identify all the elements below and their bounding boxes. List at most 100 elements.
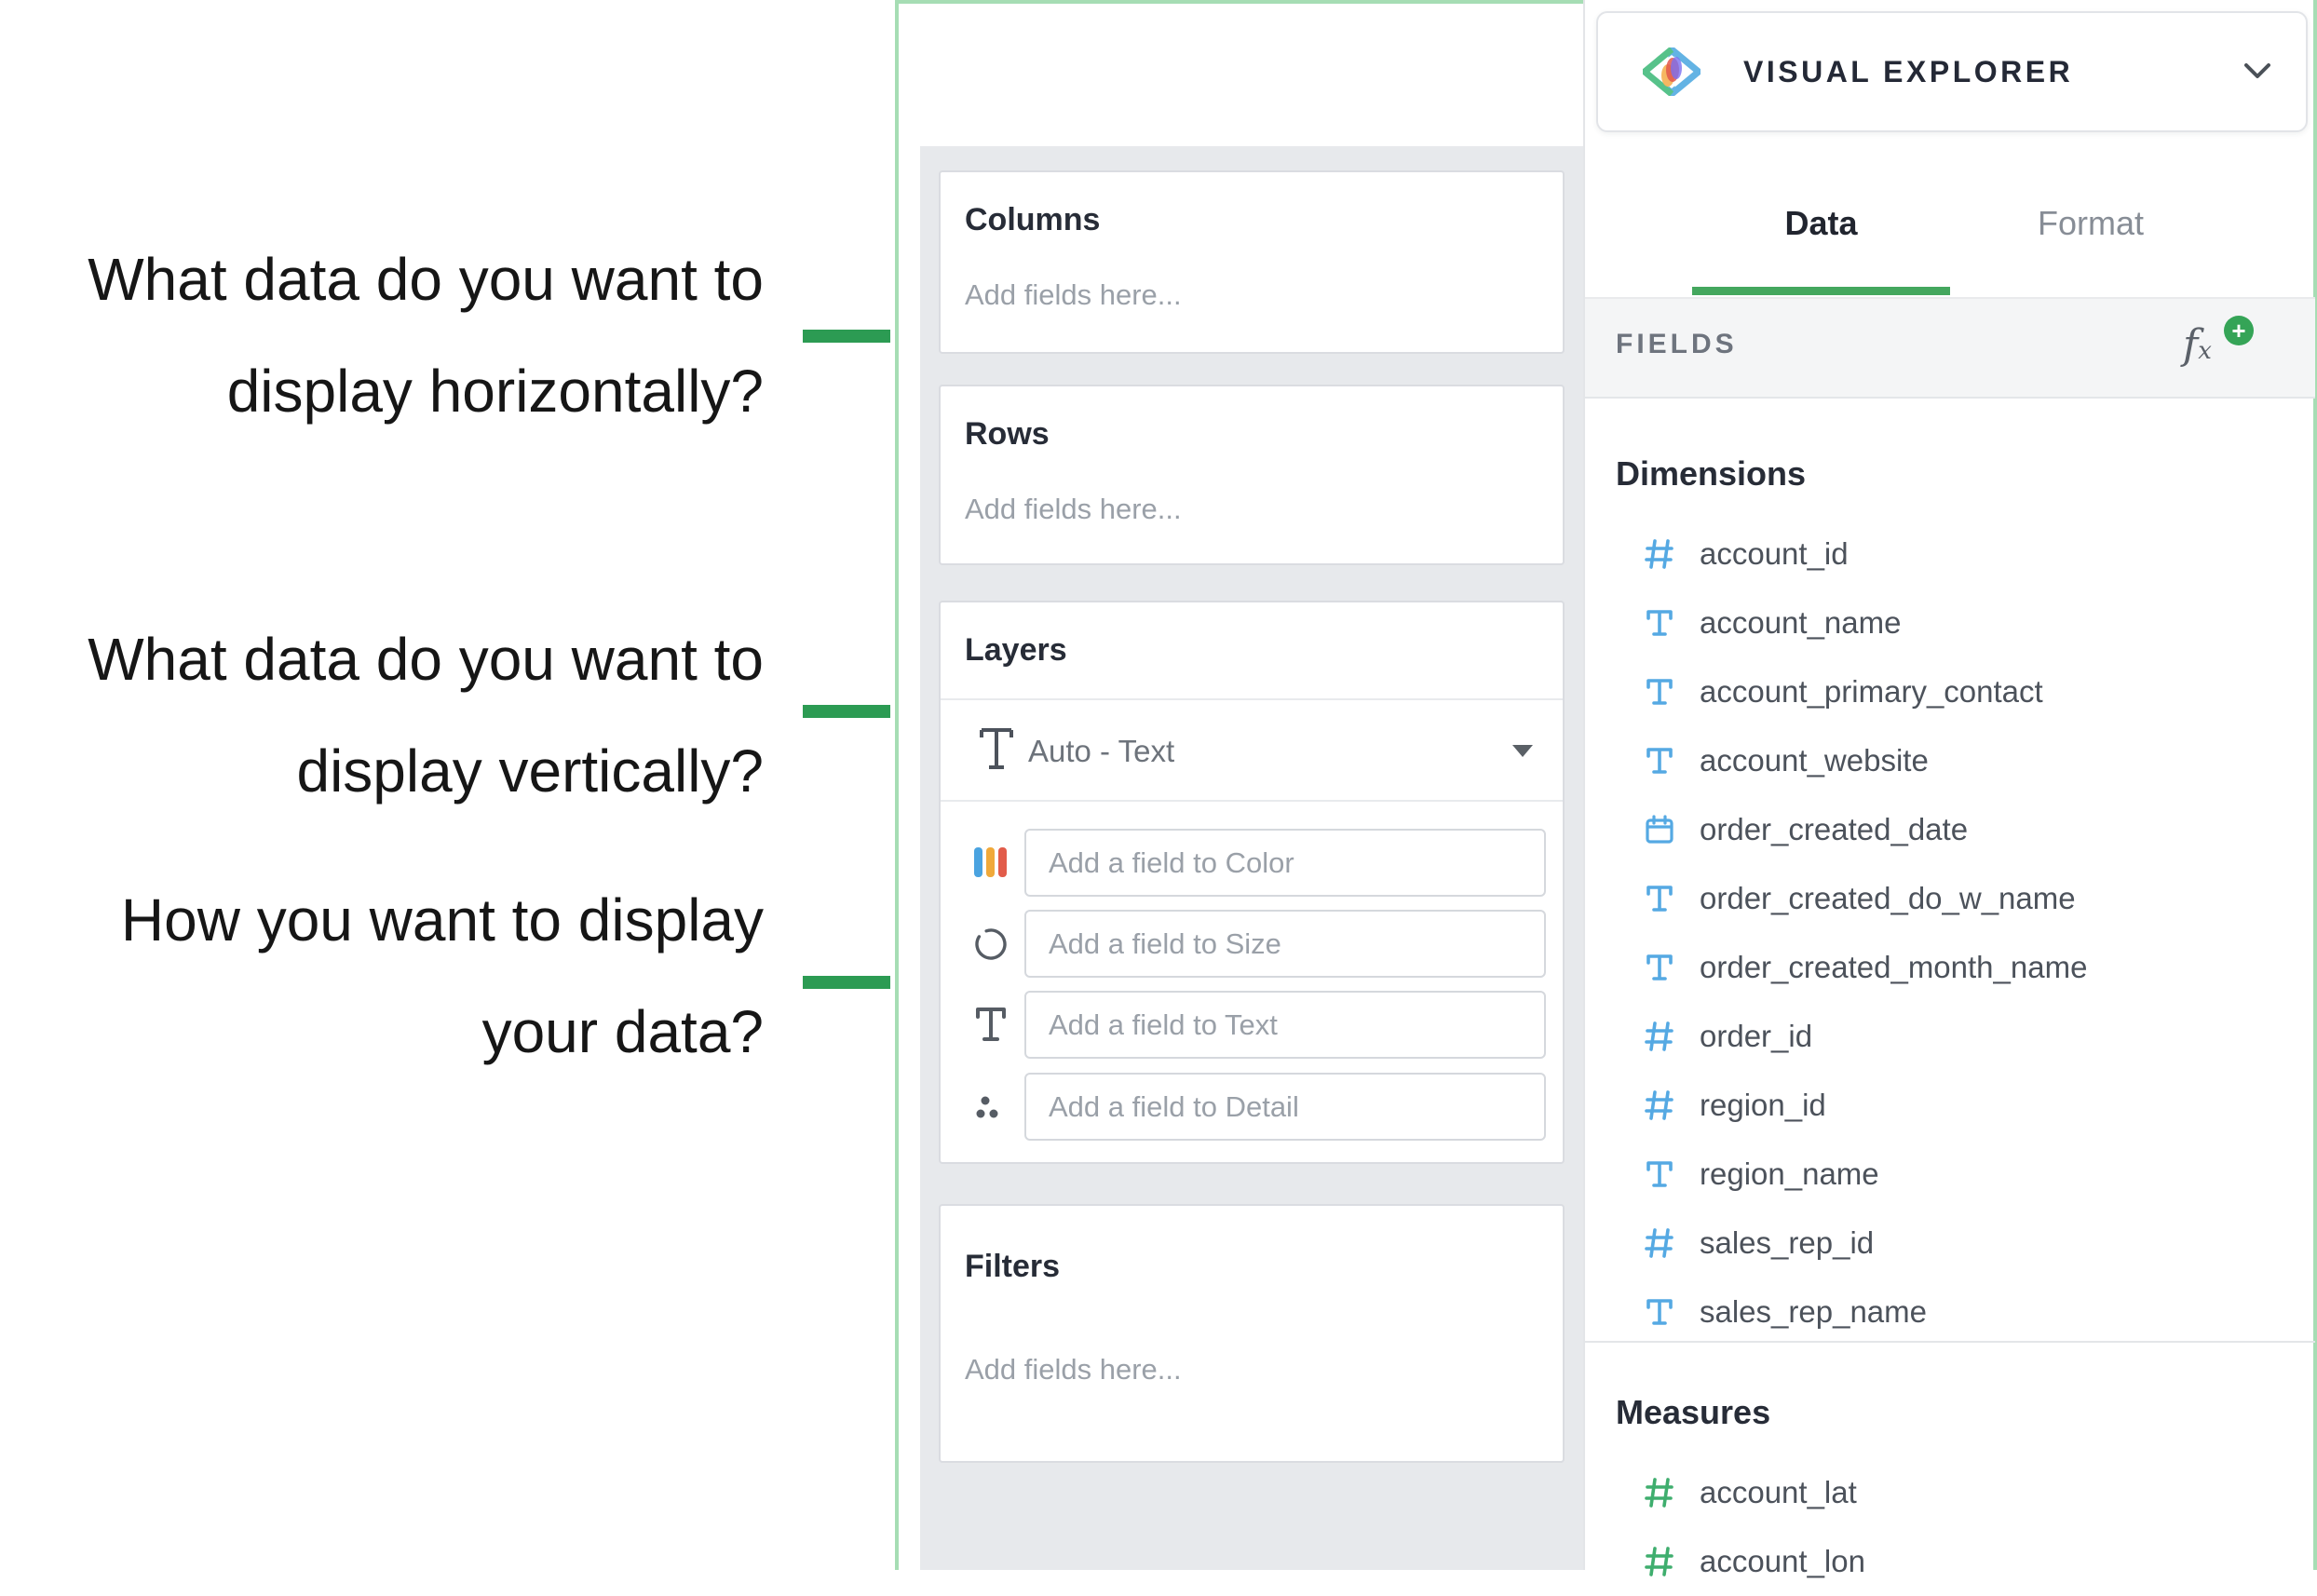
text-field-icon — [1643, 675, 1676, 709]
text-field-icon — [1643, 744, 1676, 778]
annotation-line: What data do you want to — [56, 223, 764, 335]
field-name: account_lat — [1700, 1475, 1857, 1510]
field-name: sales_rep_name — [1700, 1294, 1927, 1330]
field-name: order_created_date — [1700, 812, 1968, 847]
layer-mode-label: Auto - Text — [1028, 734, 1174, 769]
detail-field-input[interactable] — [1024, 1073, 1546, 1141]
layers-shelf-title: Layers — [965, 632, 1067, 669]
connector-line-rows — [803, 705, 890, 718]
annotation-columns: What data do you want to display horizon… — [56, 223, 764, 447]
field-name: account_primary_contact — [1700, 674, 2043, 710]
annotation-line: your data? — [56, 976, 764, 1088]
field-item[interactable]: account_website — [1585, 726, 2315, 795]
filters-shelf-placeholder[interactable]: Add fields here... — [965, 1353, 1182, 1386]
size-field-input[interactable] — [1024, 910, 1546, 978]
field-name: account_lon — [1700, 1544, 1865, 1579]
layer-slot-detail — [941, 1073, 1563, 1141]
filters-shelf-title: Filters — [965, 1249, 1060, 1285]
columns-shelf-title: Columns — [965, 202, 1100, 238]
layer-slot-text — [941, 991, 1563, 1059]
divider — [941, 800, 1563, 802]
tab-data[interactable]: Data — [1692, 197, 1950, 250]
field-item[interactable]: order_id — [1585, 1002, 2315, 1071]
visual-explorer-header[interactable]: VISUAL EXPLORER — [1596, 11, 2308, 132]
columns-shelf-placeholder[interactable]: Add fields here... — [965, 278, 1182, 312]
fields-section-header: FIELDS fx + — [1585, 297, 2315, 399]
annotation-line: What data do you want to — [56, 603, 764, 715]
date-field-icon — [1643, 813, 1676, 846]
annotation-rows: What data do you want to display vertica… — [56, 603, 764, 827]
color-field-input[interactable] — [1024, 829, 1546, 897]
field-item[interactable]: account_id — [1585, 520, 2315, 588]
field-item[interactable]: region_id — [1585, 1071, 2315, 1140]
field-item[interactable]: order_created_month_name — [1585, 933, 2315, 1002]
field-item[interactable]: order_created_date — [1585, 795, 2315, 864]
field-name: region_name — [1700, 1156, 1879, 1192]
field-name: account_id — [1700, 536, 1849, 572]
detail-icon — [969, 1084, 1013, 1129]
number-field-icon — [1643, 1020, 1676, 1053]
number-field-icon — [1643, 1226, 1676, 1260]
number-field-icon — [1643, 1476, 1676, 1509]
annotation-line: display horizontally? — [56, 335, 764, 447]
layer-slot-size — [941, 910, 1563, 978]
field-name: sales_rep_id — [1700, 1225, 1874, 1261]
text-field-icon — [1643, 606, 1676, 640]
rows-shelf[interactable]: Rows Add fields here... — [939, 385, 1565, 565]
chevron-down-icon[interactable] — [2244, 63, 2270, 80]
field-name: account_name — [1700, 605, 1901, 641]
fields-section-label: FIELDS — [1616, 329, 1738, 360]
field-item[interactable]: sales_rep_name — [1585, 1278, 2315, 1346]
text-field-input[interactable] — [1024, 991, 1546, 1059]
fx-add-icon[interactable]: fx + — [2183, 316, 2254, 381]
size-icon — [969, 921, 1013, 966]
field-name: order_created_month_name — [1700, 950, 2087, 985]
connector-line-columns — [803, 330, 890, 343]
text-icon — [969, 1002, 1013, 1047]
shelf-column: Columns Add fields here... Rows Add fiel… — [899, 4, 1583, 1570]
field-item[interactable]: account_lat — [1585, 1458, 2315, 1527]
field-item[interactable]: sales_rep_id — [1585, 1209, 2315, 1278]
annotation-line: display vertically? — [56, 715, 764, 827]
layer-slot-color — [941, 829, 1563, 897]
field-item[interactable]: order_created_do_w_name — [1585, 864, 2315, 933]
shelf-panel: Columns Add fields here... Rows Add fiel… — [920, 146, 1583, 1570]
field-name: order_created_do_w_name — [1700, 881, 2076, 916]
visual-explorer-logo — [1643, 47, 1700, 96]
number-field-icon — [1643, 537, 1676, 571]
tab-format[interactable]: Format — [1963, 197, 2218, 250]
rows-shelf-title: Rows — [965, 416, 1050, 453]
text-field-icon — [1643, 1157, 1676, 1191]
field-item[interactable]: region_name — [1585, 1140, 2315, 1209]
color-icon — [969, 840, 1013, 885]
filters-shelf[interactable]: Filters Add fields here... — [939, 1204, 1565, 1463]
number-field-icon — [1643, 1545, 1676, 1578]
dimensions-title: Dimensions — [1616, 454, 1806, 495]
layer-mode-dropdown[interactable]: Auto - Text — [941, 700, 1563, 800]
number-field-icon — [1643, 1089, 1676, 1122]
divider — [1585, 1341, 2315, 1343]
dimensions-list: account_id account_name account_primary_co… — [1585, 520, 2315, 1346]
connector-line-layers — [803, 976, 890, 989]
rows-shelf-placeholder[interactable]: Add fields here... — [965, 493, 1182, 526]
active-tab-underline — [1692, 287, 1950, 295]
field-item[interactable]: account_name — [1585, 588, 2315, 657]
field-name: account_website — [1700, 743, 1929, 778]
app-title: VISUAL EXPLORER — [1743, 55, 2073, 89]
field-item[interactable]: account_lon — [1585, 1527, 2315, 1596]
field-item[interactable]: account_primary_contact — [1585, 657, 2315, 726]
field-name: order_id — [1700, 1019, 1812, 1054]
text-field-icon — [1643, 1295, 1676, 1329]
text-type-icon — [978, 724, 1015, 773]
fields-panel: VISUAL EXPLORER Data Format FIELDS fx + … — [1583, 0, 2313, 1570]
plus-icon: + — [2224, 316, 2254, 345]
text-field-icon — [1643, 882, 1676, 915]
columns-shelf[interactable]: Columns Add fields here... — [939, 170, 1565, 354]
layers-shelf: Layers Auto - Text — [939, 601, 1565, 1164]
text-field-icon — [1643, 951, 1676, 984]
measures-list: account_lat account_lon — [1585, 1458, 2315, 1596]
caret-down-icon — [1512, 745, 1533, 757]
annotation-line: How you want to display — [56, 864, 764, 976]
annotation-layers: How you want to display your data? — [56, 864, 764, 1088]
measures-title: Measures — [1616, 1393, 1770, 1434]
